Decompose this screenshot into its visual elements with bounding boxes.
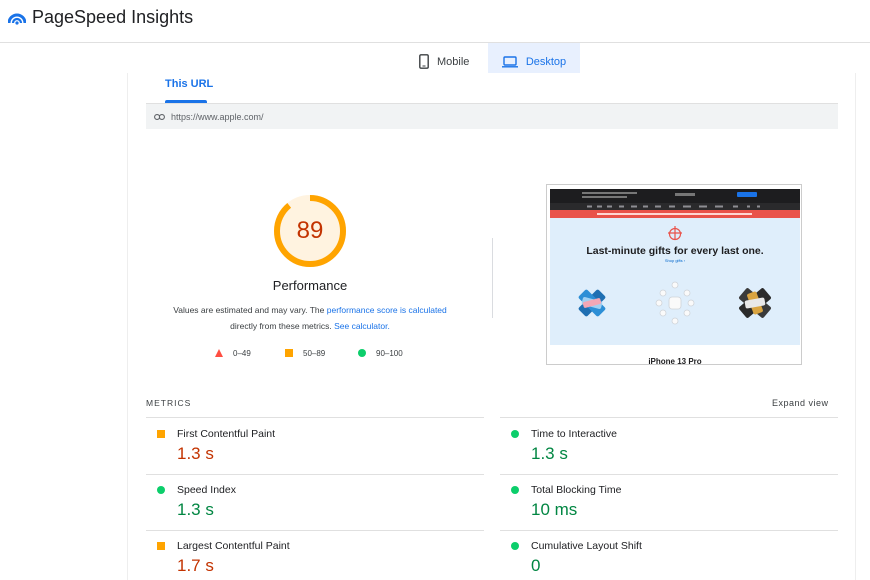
circle-icon [157,486,165,494]
legend-pass: 90–100 [358,347,403,359]
circle-icon [358,349,366,357]
tab-desktop-label: Desktop [525,55,567,68]
vertical-divider [492,238,493,318]
tab-mobile-label: Mobile [437,55,470,68]
metric-divider [500,474,838,475]
score-calculation-link[interactable]: performance score is calculated [327,305,447,315]
metrics-section-label: METRICS [146,398,192,408]
metric-value-speed-index: 1.3 s [177,500,214,519]
see-calculator-link[interactable]: See calculator. [334,321,390,331]
screenshot-headline: Last-minute gifts for every last one. [586,245,763,257]
legend-average-range: 50–89 [303,348,326,358]
metric-name-tti: Time to Interactive [531,428,617,440]
metric-name-fcp: First Contentful Paint [177,428,276,440]
url-bar: https://www.apple.com/ [146,103,838,129]
metric-value-lcp: 1.7 s [177,556,214,575]
performance-note: Values are estimated and may vary. The p… [150,302,470,334]
legend-pass-range: 90–100 [376,348,403,358]
legend-fail-range: 0–49 [233,348,251,358]
metric-name-tbt: Total Blocking Time [531,484,622,496]
link-icon [154,113,165,120]
note-middle: directly from these metrics. [230,321,335,331]
triangle-icon [215,349,223,357]
metric-value-fcp: 1.3 s [177,444,214,463]
metric-name-cls: Cumulative Layout Shift [531,540,642,552]
square-icon [157,430,165,438]
performance-score: 89 [296,217,324,244]
expand-view-button[interactable]: Expand view [772,398,829,408]
metric-value-cls: 0 [531,556,541,575]
tab-this-url[interactable]: This URL [165,78,213,90]
screenshot-link: Shop gifts › [665,258,686,263]
metric-name-speed-index: Speed Index [177,484,236,496]
analyzed-url[interactable]: https://www.apple.com/ [171,112,264,122]
final-screenshot[interactable]: Last-minute gifts for every last one. Sh… [546,184,802,365]
metric-divider [146,474,484,475]
square-icon [285,349,293,357]
metric-value-tti: 1.3 s [531,444,568,463]
laptop-icon [501,55,518,68]
note-prefix: Values are estimated and may vary. The [173,305,327,315]
circle-icon [511,486,519,494]
performance-title: Performance [272,278,348,293]
legend-average: 50–89 [285,347,325,359]
metric-divider [146,530,484,531]
circle-icon [511,542,519,550]
metric-value-tbt: 10 ms [531,500,578,519]
app-title[interactable]: PageSpeed Insights [32,7,193,28]
metric-divider [500,417,838,418]
top-bar: PageSpeed Insights [0,0,870,43]
circle-icon [511,430,519,438]
legend-fail: 0–49 [215,347,251,359]
phone-icon [419,54,429,69]
pagespeed-logo-icon [8,13,26,25]
metric-name-lcp: Largest Contentful Paint [177,540,290,552]
square-icon [157,542,165,550]
metric-divider [500,530,838,531]
metric-divider [146,417,484,418]
screenshot-product-title: iPhone 13 Pro [648,357,701,365]
screenshot-image: Last-minute gifts for every last one. Sh… [547,185,801,365]
